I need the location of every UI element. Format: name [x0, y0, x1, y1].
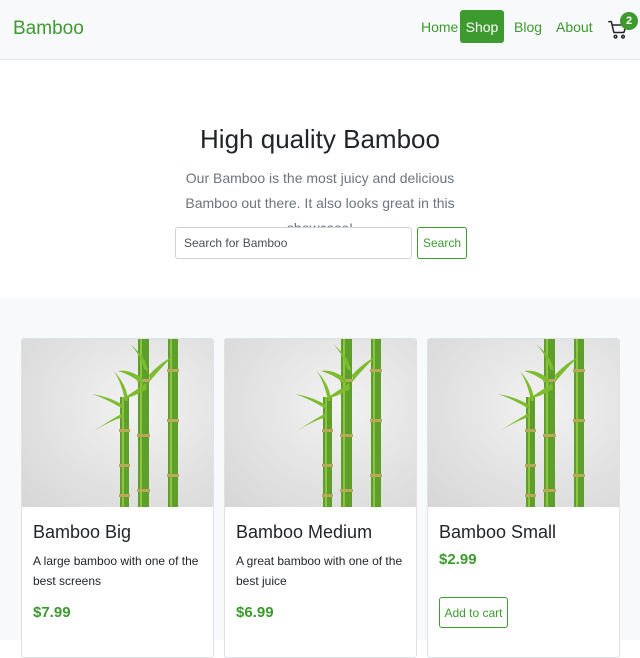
bamboo-node [137, 489, 150, 492]
bamboo-stalk [574, 339, 584, 507]
bamboo-node [340, 434, 353, 437]
bamboo-node [137, 434, 150, 437]
bamboo-leaf [295, 394, 326, 409]
product-image [428, 339, 619, 507]
nav-link-blog[interactable]: Blog [514, 19, 542, 35]
bamboo-leaf [92, 394, 123, 409]
bamboo-leaf [520, 371, 534, 401]
bamboo-stalk [120, 397, 129, 507]
bamboo-leaf [94, 413, 123, 431]
bamboo-leaf [317, 371, 331, 401]
bamboo-highlight [546, 339, 548, 507]
bamboo-node [119, 494, 130, 497]
bamboo-node [167, 419, 179, 422]
bamboo-stalk [526, 397, 535, 507]
bamboo-node [322, 429, 333, 432]
bamboo-highlight [343, 339, 345, 507]
bamboo-node [543, 489, 556, 492]
product-image [22, 339, 213, 507]
nav-link-home[interactable]: Home [421, 19, 458, 35]
bamboo-node [370, 369, 382, 372]
search-input[interactable] [175, 227, 412, 259]
bamboo-stalk [168, 339, 178, 507]
bamboo-node [525, 494, 536, 497]
product-grid: Bamboo Big A large bamboo with one of th… [0, 298, 640, 658]
add-to-cart-button[interactable]: Add to cart [439, 597, 508, 628]
bamboo-node [322, 464, 333, 467]
bamboo-node [119, 464, 130, 467]
bamboo-leaf [297, 413, 326, 431]
product-title: Bamboo Big [33, 522, 132, 542]
bamboo-highlight [170, 339, 172, 507]
bamboo-node [573, 474, 585, 477]
bamboo-leaf [500, 413, 529, 431]
product-title: Bamboo Small [439, 522, 557, 542]
bamboo-node [119, 429, 130, 432]
bamboo-node [340, 489, 353, 492]
product-card-small: Bamboo Small $2.99 Add to cart [427, 338, 620, 658]
cart-button[interactable]: 2 [606, 12, 638, 46]
product-description: A great bamboo with one of the best juic… [236, 554, 403, 588]
product-price: $6.99 [236, 604, 274, 621]
hero-section: High quality Bamboo Our Bamboo is the mo… [0, 60, 640, 298]
bamboo-node [322, 494, 333, 497]
bamboo-highlight [140, 339, 142, 507]
product-image [225, 339, 416, 507]
bamboo-node [525, 429, 536, 432]
product-price: $7.99 [33, 604, 71, 621]
bamboo-node [525, 464, 536, 467]
product-card-medium: Bamboo Medium A great bamboo with one of… [224, 338, 417, 658]
brand-logo[interactable]: Bamboo [13, 18, 84, 40]
product-description: A large bamboo with one of the best scre… [33, 554, 199, 588]
bamboo-node [543, 434, 556, 437]
nav-link-about[interactable]: About [556, 19, 593, 35]
bamboo-node [370, 474, 382, 477]
bamboo-stalk [371, 339, 381, 507]
bamboo-highlight [576, 339, 578, 507]
product-title: Bamboo Medium [236, 522, 373, 542]
product-price: $2.99 [439, 551, 477, 568]
search-button[interactable]: Search [417, 227, 467, 259]
hero-title: High quality Bamboo [200, 124, 440, 154]
bamboo-node [167, 474, 179, 477]
nav-link-shop[interactable]: Shop [460, 10, 504, 43]
bamboo-node [370, 419, 382, 422]
cart-count-badge: 2 [620, 12, 638, 30]
bamboo-stalk [323, 397, 332, 507]
bamboo-highlight [373, 339, 375, 507]
navbar: Bamboo Home Shop Blog About 2 [0, 0, 640, 60]
product-card-big: Bamboo Big A large bamboo with one of th… [21, 338, 214, 658]
bamboo-node [167, 369, 179, 372]
bamboo-node [573, 419, 585, 422]
bamboo-leaf [498, 394, 529, 409]
bamboo-node [573, 369, 585, 372]
bamboo-leaf [114, 371, 128, 401]
